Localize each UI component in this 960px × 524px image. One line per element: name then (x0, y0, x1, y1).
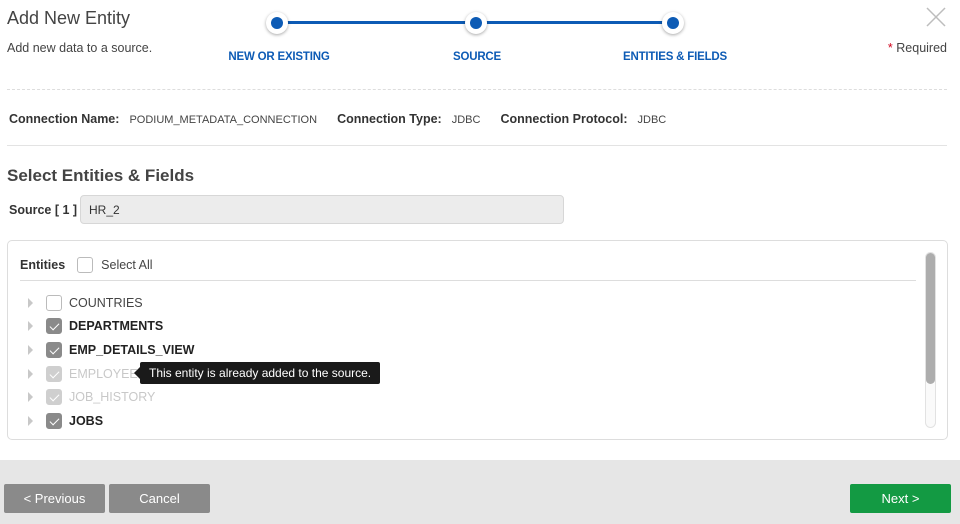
expand-caret-icon[interactable] (28, 415, 33, 426)
next-button[interactable]: Next > (850, 484, 951, 513)
entities-panel: Entities Select All COUNTRIES DEPARTMENT… (7, 240, 948, 440)
scrollbar-thumb[interactable] (926, 253, 935, 384)
entities-header: Entities Select All (20, 257, 153, 273)
step-dot-source[interactable] (465, 12, 487, 34)
entity-row-countries: COUNTRIES (20, 291, 194, 315)
step-dot-entities-fields[interactable] (662, 12, 684, 34)
expand-caret-icon[interactable] (28, 368, 33, 379)
expand-caret-icon[interactable] (28, 392, 33, 403)
required-label: Required (896, 41, 947, 55)
section-title: Select Entities & Fields (7, 166, 195, 185)
expand-caret-icon[interactable] (28, 321, 33, 332)
entity-checkbox[interactable] (46, 318, 62, 335)
connection-protocol-value: JDBC (637, 114, 667, 126)
source-label: Source [ 1 ] (9, 203, 78, 217)
expand-caret-icon[interactable] (28, 297, 33, 308)
divider (7, 89, 947, 90)
divider (20, 280, 916, 281)
wizard-stepper: NEW OR EXISTING SOURCE ENTITIES & FIELDS (0, 0, 960, 70)
entity-name[interactable]: DEPARTMENTS (69, 319, 163, 333)
entity-row-jobs: JOBS (20, 409, 194, 433)
entity-name[interactable]: COUNTRIES (69, 296, 143, 310)
connection-info: Connection Name: PODIUM_METADATA_CONNECT… (9, 112, 686, 126)
connection-name-label: Connection Name: (9, 112, 120, 126)
entity-checkbox[interactable] (46, 341, 62, 358)
entity-checkbox[interactable] (46, 412, 62, 429)
step-label-entities-fields[interactable]: ENTITIES & FIELDS (623, 51, 727, 63)
entity-row-departments: DEPARTMENTS (20, 315, 194, 339)
step-label-new-or-existing[interactable]: NEW OR EXISTING (228, 51, 329, 63)
entities-scrollbar[interactable] (925, 252, 936, 428)
footer: < Previous Cancel Next > (0, 460, 960, 524)
step-label-source[interactable]: SOURCE (453, 51, 501, 63)
close-icon[interactable] (926, 7, 946, 27)
divider (7, 145, 947, 146)
entity-checkbox-disabled (46, 365, 62, 382)
entity-row-emp-details-view: EMP_DETAILS_VIEW (20, 338, 194, 362)
cancel-button[interactable]: Cancel (109, 484, 210, 513)
step-connector (277, 21, 476, 24)
connection-protocol-label: Connection Protocol: (500, 112, 628, 126)
step-connector (476, 21, 673, 24)
entity-checkbox[interactable] (46, 294, 62, 311)
expand-caret-icon[interactable] (28, 344, 33, 355)
connection-type-label: Connection Type: (337, 112, 442, 126)
entity-name[interactable]: EMP_DETAILS_VIEW (69, 343, 194, 357)
required-star: * (887, 41, 893, 55)
entity-name: JOB_HISTORY (69, 390, 156, 405)
connection-type-value: JDBC (451, 114, 481, 126)
entity-checkbox-disabled (46, 389, 62, 406)
select-all-label[interactable]: Select All (101, 258, 152, 272)
source-input[interactable] (80, 195, 564, 224)
required-note: * Required (888, 41, 947, 55)
entity-name[interactable]: JOBS (69, 414, 103, 428)
previous-button[interactable]: < Previous (4, 484, 105, 513)
tooltip: This entity is already added to the sour… (133, 362, 381, 384)
select-all-checkbox[interactable] (77, 257, 94, 273)
entity-row-job-history: JOB_HISTORY (20, 385, 194, 409)
entities-label: Entities (20, 258, 66, 272)
connection-name-value: PODIUM_METADATA_CONNECTION (129, 114, 318, 126)
step-dot-new-or-existing[interactable] (266, 12, 288, 34)
